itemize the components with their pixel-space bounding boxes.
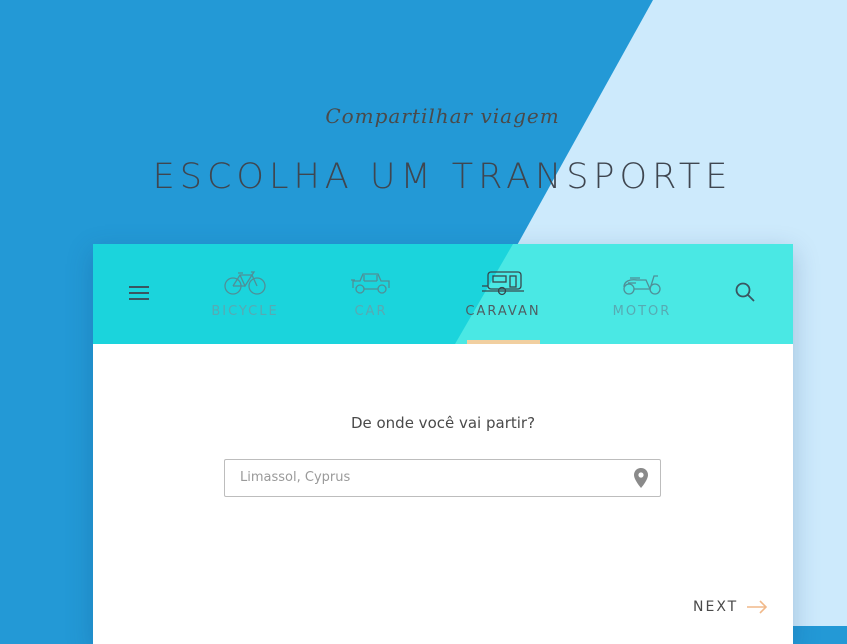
search-button[interactable] xyxy=(733,280,757,304)
tab-label-caravan: CARAVAN xyxy=(465,304,541,319)
transport-card: BICYCLE CAR CARAVAN MOTOR De onde você v… xyxy=(93,244,793,644)
location-input[interactable] xyxy=(225,460,620,494)
page-title: ESCOLHA UM TRANSPORTE xyxy=(152,157,733,197)
caravan-icon xyxy=(482,271,524,296)
departure-question: De onde você vai partir? xyxy=(350,414,536,432)
search-icon xyxy=(735,282,755,302)
tab-car[interactable]: CAR xyxy=(316,270,426,344)
tab-caravan[interactable]: CARAVAN xyxy=(448,270,558,344)
next-label: NEXT xyxy=(693,599,739,615)
car-icon xyxy=(351,273,390,294)
tab-motor[interactable]: MOTOR xyxy=(587,270,697,344)
page-subtitle: Compartilhar viagem xyxy=(325,104,560,128)
active-tab-indicator xyxy=(467,340,540,344)
tab-label-bicycle: BICYCLE xyxy=(211,304,279,319)
menu-button[interactable] xyxy=(127,282,151,304)
next-button[interactable]: NEXT xyxy=(693,599,768,615)
tab-label-motor: MOTOR xyxy=(612,304,672,319)
transport-nav: BICYCLE CAR CARAVAN MOTOR xyxy=(93,244,793,344)
tab-label-car: CAR xyxy=(354,304,388,319)
scooter-icon xyxy=(623,275,661,295)
map-pin-icon[interactable] xyxy=(634,468,648,488)
tab-bicycle[interactable]: BICYCLE xyxy=(190,270,300,344)
arrow-right-icon xyxy=(747,600,768,614)
location-field[interactable] xyxy=(224,459,661,497)
bicycle-icon xyxy=(224,271,266,295)
